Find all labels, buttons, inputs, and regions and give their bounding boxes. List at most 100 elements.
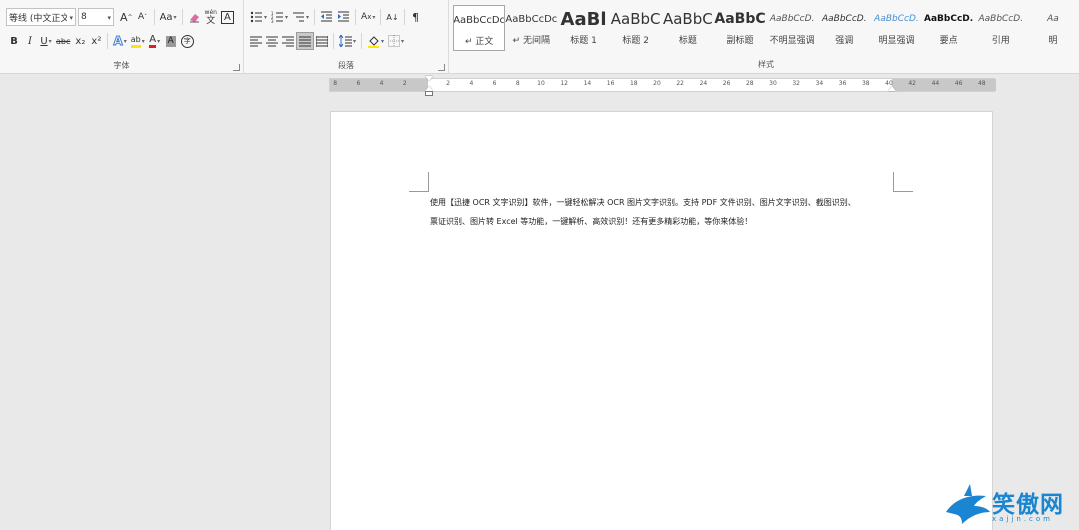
divider xyxy=(314,9,316,25)
style-item[interactable]: AaBbCcDc ↵ 正文 xyxy=(453,5,506,51)
italic-button[interactable]: I xyxy=(22,32,38,50)
ruler-tick-label: 42 xyxy=(908,80,917,87)
dialog-launcher-icon[interactable] xyxy=(438,64,445,71)
eraser-icon xyxy=(189,13,199,22)
character-border-button[interactable]: A xyxy=(219,8,236,26)
style-name: 明显强调 xyxy=(878,36,915,46)
style-sample: AaBbCcD. xyxy=(874,14,919,24)
style-name: 不明显强调 xyxy=(769,36,815,46)
ruler-tick-label: 38 xyxy=(861,80,870,87)
font-size-combo[interactable]: 8 ▾ xyxy=(78,8,114,26)
font-size-value: 8 xyxy=(81,12,87,22)
align-center-button[interactable] xyxy=(264,32,280,50)
chevron-down-icon: ▾ xyxy=(107,14,111,22)
text-effects-button[interactable]: A ▾ xyxy=(111,32,128,50)
style-item[interactable]: AaBbCcD. 要点 xyxy=(923,5,975,51)
ruler-tick-label: 2 xyxy=(446,80,451,87)
show-formatting-button[interactable]: ¶ xyxy=(408,8,424,26)
line-spacing-icon xyxy=(339,35,352,47)
style-sample: AaBbCcD. xyxy=(769,14,815,24)
bold-button[interactable]: B xyxy=(6,32,22,50)
divider xyxy=(380,9,382,25)
strikethrough-button[interactable]: abc xyxy=(54,32,72,50)
style-name: 要点 xyxy=(939,36,958,46)
ruler-tick-label: 30 xyxy=(769,80,777,87)
ruler-tick-label: 18 xyxy=(629,80,638,87)
grow-font-icon: A xyxy=(120,10,128,24)
decrease-indent-button[interactable] xyxy=(318,8,335,26)
sort-icon: A↓ xyxy=(386,12,399,22)
multilevel-list-button[interactable]: ▾ xyxy=(290,8,311,26)
style-item[interactable]: AaBbCcD. 明显强调 xyxy=(870,5,922,51)
divider xyxy=(153,9,155,25)
style-item[interactable]: AaBbCcD. 引用 xyxy=(975,5,1027,51)
ruler-tick-label: 46 xyxy=(954,80,963,87)
sort-button[interactable]: A↓ xyxy=(384,8,400,26)
phonetic-guide-button[interactable]: wén 文 xyxy=(203,8,219,26)
ruler-tick-label: 4 xyxy=(379,80,384,87)
svg-text:3: 3 xyxy=(271,19,274,23)
asian-layout-button[interactable]: Aⅹ ▾ xyxy=(359,8,377,26)
horizontal-ruler[interactable]: 8 6 4 2 2 4 6 8 10 12 14 16 18 20 22 24 26 28 30 32 34 36 38 40… xyxy=(329,76,996,96)
change-case-button[interactable]: Aa ▾ xyxy=(158,8,179,26)
styles-gallery: AaBbCcDc ↵ 正文 AaBbCcDc ↵ 无间隔 AaBl 标题 1 AaBbC 标题… xyxy=(453,5,1079,51)
divider xyxy=(361,33,363,49)
left-indent-marker[interactable] xyxy=(425,91,433,96)
numbering-button[interactable]: 1 2 3 ▾ xyxy=(269,8,290,26)
ruler-tick-label: 6 xyxy=(492,80,497,87)
style-item[interactable]: AaBbC 副标题 xyxy=(714,5,766,51)
shading-button[interactable]: ▾ xyxy=(365,32,386,50)
subscript-button[interactable]: x₂ xyxy=(72,32,88,50)
paint-bucket-icon xyxy=(368,35,380,48)
enclose-characters-button[interactable]: 字 xyxy=(179,32,196,50)
crop-mark-top-left xyxy=(409,172,429,192)
font-color-button[interactable]: A ▾ xyxy=(147,32,163,50)
bullets-button[interactable]: ▾ xyxy=(248,8,269,26)
grow-font-button[interactable]: A ^ xyxy=(118,8,135,26)
style-sample: AaBbCcD. xyxy=(978,14,1024,24)
distributed-button[interactable] xyxy=(314,32,330,50)
style-sample: Aa xyxy=(1047,14,1059,24)
underline-icon: U xyxy=(40,35,48,47)
dialog-launcher-icon[interactable] xyxy=(233,64,240,71)
style-name: 标题 xyxy=(678,36,697,46)
underline-button[interactable]: U ▾ xyxy=(38,32,54,50)
ruler-tick-label: 10 xyxy=(537,80,545,87)
increase-indent-button[interactable] xyxy=(335,8,352,26)
enclose-characters-icon: 字 xyxy=(180,34,194,48)
highlight-button[interactable]: ab ▾ xyxy=(129,32,147,50)
style-item[interactable]: AaBbC 标题 2 xyxy=(610,5,662,51)
ruler-tick-label: 36 xyxy=(838,80,847,87)
document-page[interactable]: 使用【迅捷 OCR 文字识别】软件，一键轻松解决 OCR 图片文字识别。支持 P… xyxy=(330,111,993,530)
ruler-tick-label: 20 xyxy=(653,80,661,87)
justify-button[interactable] xyxy=(296,32,314,50)
align-left-button[interactable] xyxy=(248,32,264,50)
clear-formatting-button[interactable] xyxy=(186,8,203,26)
style-item[interactable]: AaBbCcD. 不明显强调 xyxy=(766,5,818,51)
divider xyxy=(403,9,405,25)
ruler-tick-label: 12 xyxy=(560,80,569,87)
align-right-button[interactable] xyxy=(280,32,296,50)
align-left-icon xyxy=(250,36,262,46)
style-name: 引用 xyxy=(991,36,1010,46)
style-item[interactable]: AaBbCcD. 强调 xyxy=(818,5,870,51)
style-item[interactable]: AaBl 标题 1 xyxy=(557,5,609,51)
font-name-combo[interactable]: 等线 (中文正文 ▾ xyxy=(6,8,76,26)
style-item[interactable]: AaBbCcDc ↵ 无间隔 xyxy=(505,5,557,51)
superscript-button[interactable]: x² xyxy=(88,32,104,50)
shrink-font-button[interactable]: Aˇ xyxy=(135,8,151,26)
style-name: 强调 xyxy=(835,36,854,46)
ruler-tick-label: 28 xyxy=(745,80,754,87)
divider xyxy=(355,9,357,25)
document-body[interactable]: 使用【迅捷 OCR 文字识别】软件，一键轻松解决 OCR 图片文字识别。支持 P… xyxy=(430,193,900,231)
style-item[interactable]: AaBbC 标题 xyxy=(662,5,714,51)
first-line-indent-marker[interactable] xyxy=(425,76,433,81)
borders-button[interactable]: ▾ xyxy=(386,32,406,50)
watermark-subtitle: xajjn.com xyxy=(992,515,1053,523)
line-spacing-button[interactable]: ▾ xyxy=(337,32,358,50)
paragraph-group-label: 段落 xyxy=(338,61,354,70)
character-shading-button[interactable]: A xyxy=(163,32,179,50)
right-indent-marker[interactable] xyxy=(888,86,896,91)
style-item[interactable]: Aa 明 xyxy=(1027,5,1079,51)
style-name: 明 xyxy=(1048,36,1058,46)
